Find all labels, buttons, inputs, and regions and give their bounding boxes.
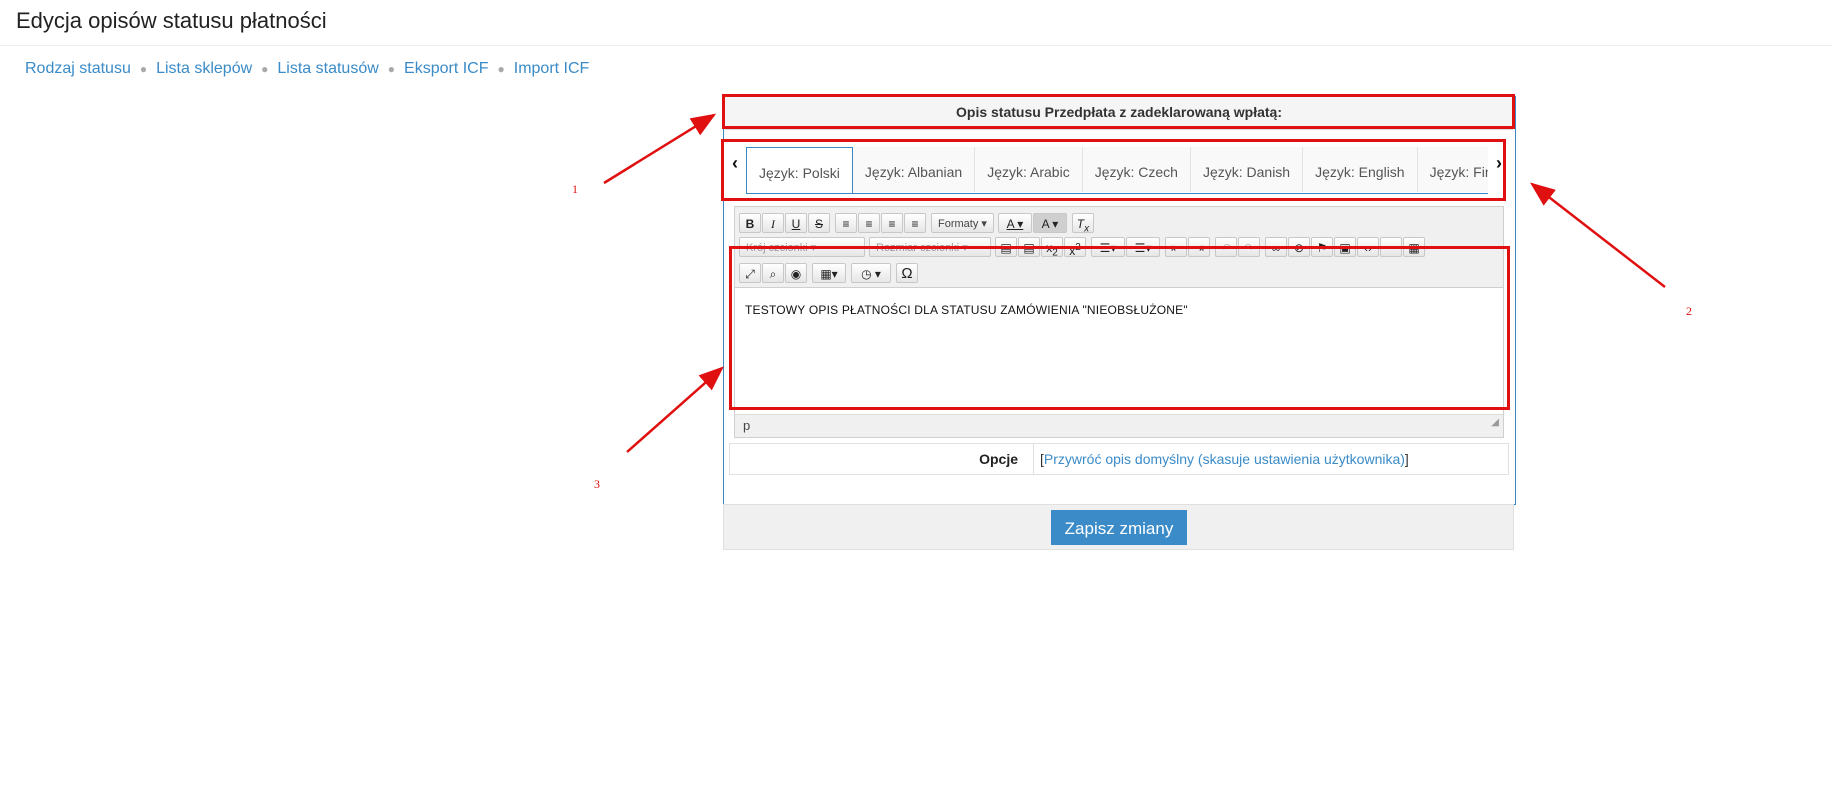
annotation-number-1: 1 (572, 182, 578, 196)
annotation-arrow-2 (1530, 182, 1666, 288)
annotation-number-3: 3 (594, 477, 600, 491)
annotation-arrow-1 (603, 113, 717, 185)
annotation-arrows (603, 113, 1666, 453)
annotation-number-2: 2 (1686, 304, 1692, 318)
annotation-arrow-3 (626, 366, 724, 453)
